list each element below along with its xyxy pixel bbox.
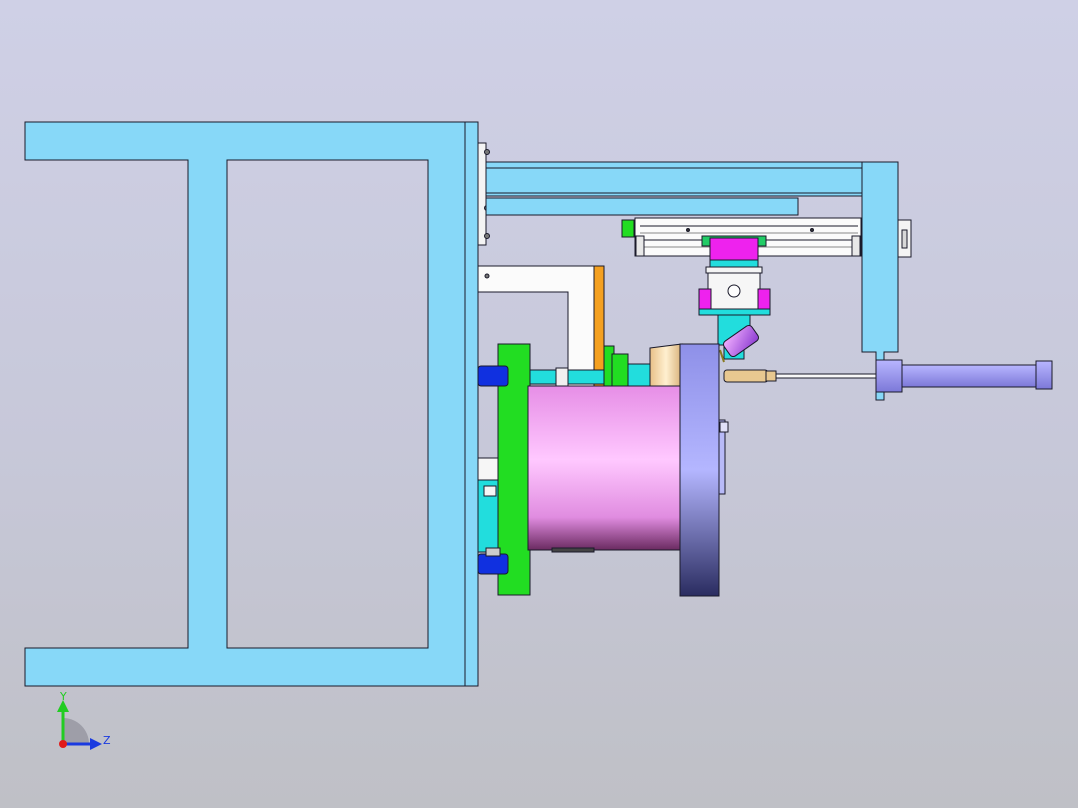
mounting-plate	[464, 121, 479, 687]
pick-head	[698, 237, 771, 363]
upper-beam	[485, 161, 899, 197]
bolt-head	[484, 233, 490, 239]
bolt-cap-upper	[477, 365, 509, 387]
spindle-assembly	[527, 343, 729, 597]
bolt-head	[484, 149, 490, 155]
piston-rod	[775, 373, 877, 379]
lower-beam	[485, 197, 799, 216]
triad-origin	[59, 740, 67, 748]
triad-arc	[63, 718, 89, 744]
motor-cylinder	[527, 385, 683, 551]
push-cylinder	[723, 359, 1053, 393]
frame-weldment	[24, 121, 466, 687]
z-axis-label: Z	[103, 734, 111, 747]
top-bracket-block	[477, 142, 487, 246]
bolt-cap-lower	[477, 553, 509, 575]
assembly-drawing: Y Z	[24, 121, 1053, 750]
cylinder-mount	[875, 359, 903, 393]
carriage-block-magenta	[709, 237, 759, 261]
axis-triad: Y Z	[57, 690, 111, 750]
taper-cone	[649, 343, 683, 393]
cylinder-barrel	[901, 364, 1037, 388]
motor-mount-right	[757, 288, 771, 312]
motor-flange	[679, 343, 720, 597]
cylinder-end-cap	[1035, 360, 1053, 390]
cad-viewport[interactable]: Y Z	[0, 0, 1078, 808]
y-axis-label: Y	[59, 690, 67, 703]
rail-stop-green	[621, 219, 635, 238]
motor-mount-left	[698, 288, 712, 312]
z-axis-arrow	[90, 738, 102, 750]
green-mount-plate	[477, 343, 531, 596]
green-collar-outer	[611, 353, 629, 389]
main-frame	[24, 121, 479, 687]
piston-rod-tip	[723, 369, 769, 383]
